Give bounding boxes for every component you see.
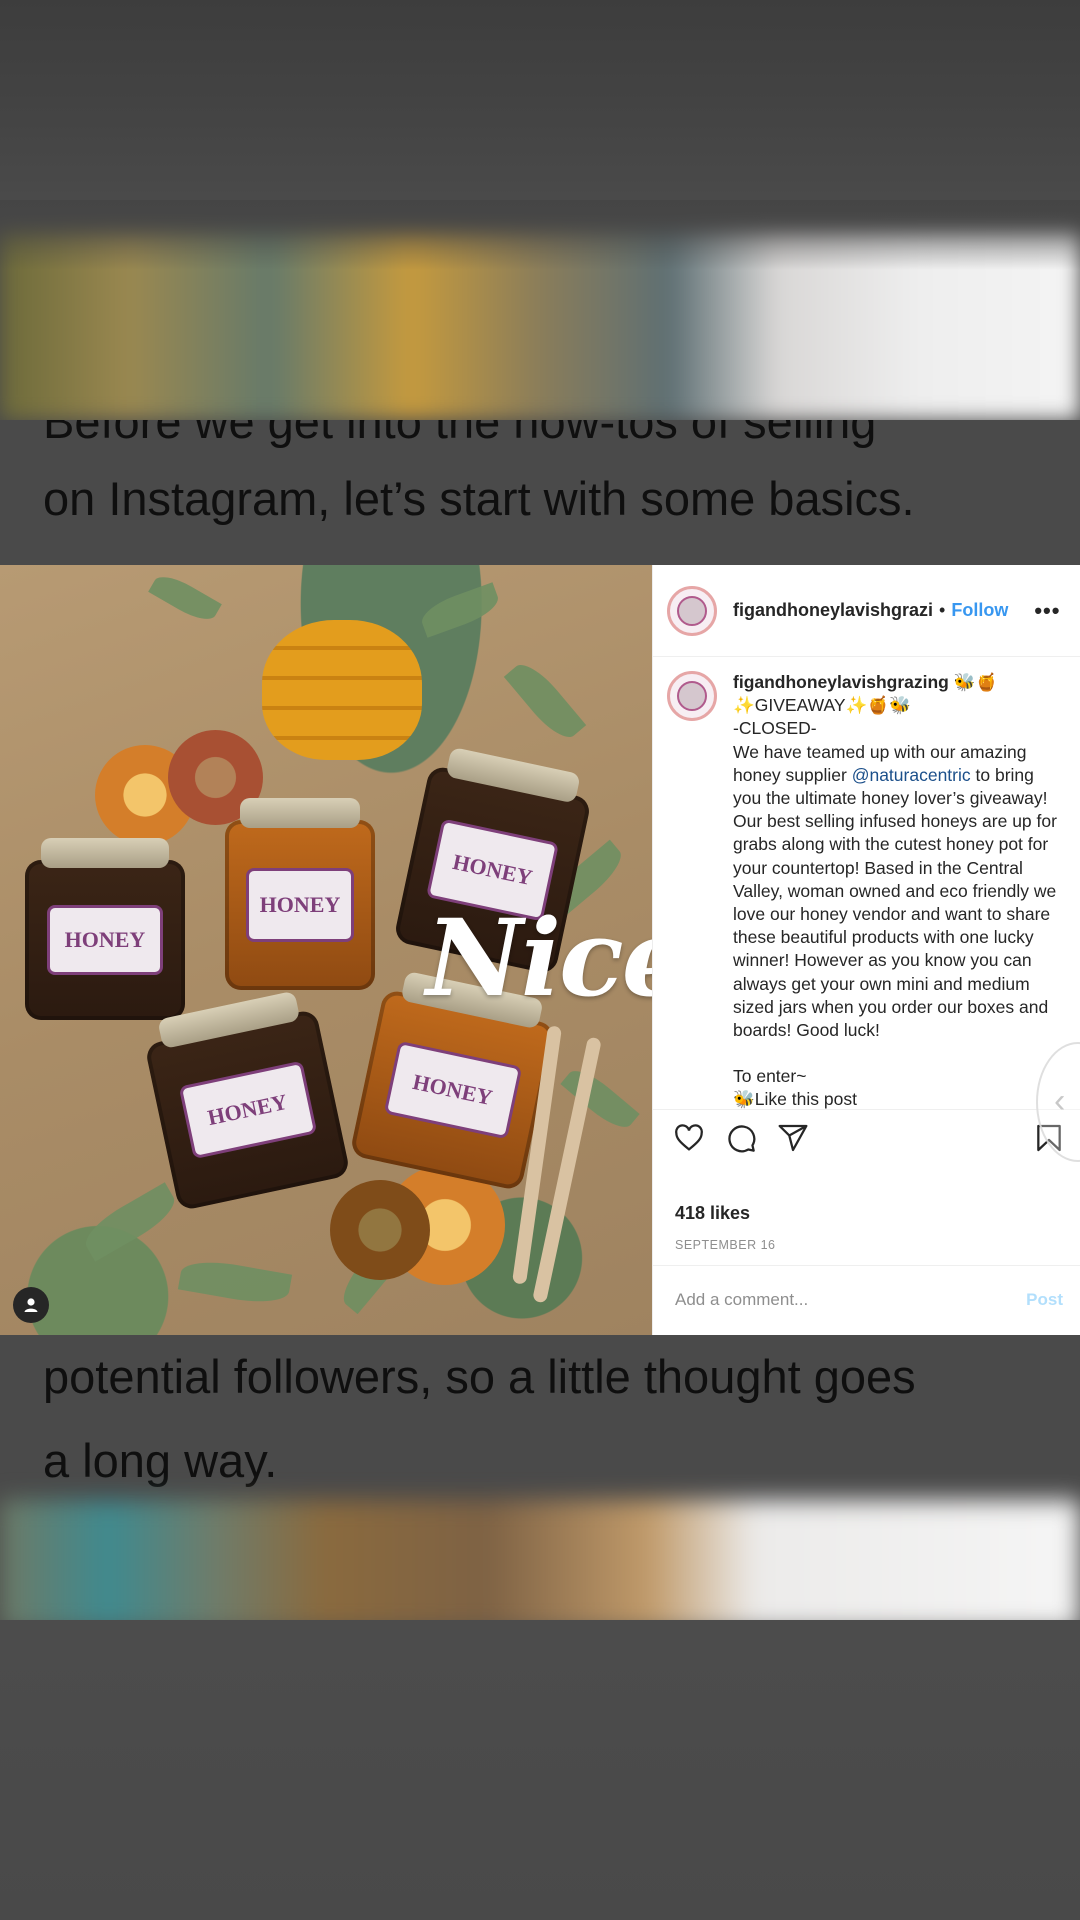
- honey-jar: HONEY: [225, 798, 375, 990]
- honey-jar: HONEY: [25, 838, 185, 1020]
- caption-username[interactable]: figandhoneylavishgrazing: [733, 672, 949, 692]
- article-text-block: potential followers, so a little thought…: [0, 1335, 1080, 1500]
- tagged-users-button[interactable]: [13, 1287, 49, 1323]
- leaf-decoration: [148, 569, 222, 627]
- separator-dot: •: [939, 600, 946, 620]
- leaf-decoration: [417, 582, 503, 638]
- blurred-footer-background: [0, 1620, 1080, 1920]
- caption-scroll-area[interactable]: figandhoneylavishgrazing 🐝🍯 ✨GIVEAWAY✨🍯🐝…: [653, 657, 1080, 1109]
- overlay-script-text: Nice: [426, 895, 652, 1020]
- instagram-embed[interactable]: HONEY HONEY HONEY HONEY HONEY Nice: [0, 565, 1080, 1335]
- jar-lid: [41, 838, 169, 868]
- caption-to-enter: To enter~: [733, 1066, 807, 1087]
- caption-like-line: 🐝Like this post: [733, 1089, 857, 1109]
- post-date: SEPTEMBER 16: [675, 1238, 776, 1252]
- article-line-long-way: a long way.: [43, 1434, 278, 1487]
- header-username[interactable]: figandhoneylavishgrazi: [733, 600, 933, 621]
- caption-closed-line: -CLOSED-: [733, 718, 817, 739]
- blurred-header-background: [0, 0, 1080, 420]
- article-line-followers: potential followers, so a little thought…: [43, 1350, 916, 1403]
- more-options-button[interactable]: •••: [1034, 598, 1060, 624]
- post-actions-bar: [653, 1109, 1080, 1187]
- honey-jar: HONEY: [144, 990, 351, 1212]
- dried-orange-slice: [330, 1180, 430, 1280]
- likes-count[interactable]: 418 likes: [675, 1203, 750, 1224]
- caption-mention-link[interactable]: @naturacentric: [852, 765, 971, 785]
- jar-label: HONEY: [47, 904, 163, 976]
- blurred-image-strip: [0, 1500, 1080, 1630]
- heart-icon[interactable]: [673, 1122, 705, 1154]
- comment-icon[interactable]: [725, 1122, 757, 1154]
- jar-label: HONEY: [383, 1040, 522, 1140]
- jar-label: HONEY: [246, 867, 354, 943]
- post-comment-button[interactable]: Post: [1026, 1290, 1063, 1310]
- caption: figandhoneylavishgrazing 🐝🍯 ✨GIVEAWAY✨🍯🐝…: [667, 671, 1073, 1109]
- jar-lid: [444, 746, 581, 804]
- avatar[interactable]: [667, 585, 717, 636]
- post-side-panel: figandhoneylavishgrazi • Follow ••• figa…: [652, 565, 1080, 1335]
- chevron-left-icon: ‹: [1054, 1082, 1066, 1120]
- caption-text: figandhoneylavishgrazing 🐝🍯 ✨GIVEAWAY✨🍯🐝…: [733, 671, 1058, 1109]
- caption-body-end: to bring you the ultimate honey lover’s …: [733, 764, 1057, 1041]
- article-text-block: Before we get into the how-tos of sellin…: [0, 420, 1080, 565]
- caption-avatar[interactable]: [667, 671, 717, 721]
- person-icon: [24, 1298, 38, 1312]
- comment-bar: Add a comment... Post: [653, 1265, 1080, 1335]
- jar-lid: [240, 798, 360, 828]
- leaf-decoration: [177, 1255, 293, 1309]
- leaf-decoration: [78, 1182, 182, 1262]
- leaf-decoration: [503, 656, 587, 746]
- blurred-fade: [0, 200, 1080, 270]
- share-icon[interactable]: [777, 1122, 809, 1154]
- post-photo[interactable]: HONEY HONEY HONEY HONEY HONEY Nice: [0, 565, 652, 1335]
- article-line-basics: on Instagram, let’s start with some basi…: [43, 472, 915, 525]
- follow-button[interactable]: Follow: [951, 600, 1008, 621]
- honey-pot: [262, 620, 422, 760]
- post-header: figandhoneylavishgrazi • Follow •••: [653, 565, 1080, 657]
- caption-emoji: 🐝🍯: [953, 672, 998, 692]
- caption-giveaway-line: ✨GIVEAWAY✨🍯🐝: [733, 695, 911, 716]
- comment-input[interactable]: Add a comment...: [675, 1290, 808, 1310]
- jar-label: HONEY: [178, 1060, 317, 1160]
